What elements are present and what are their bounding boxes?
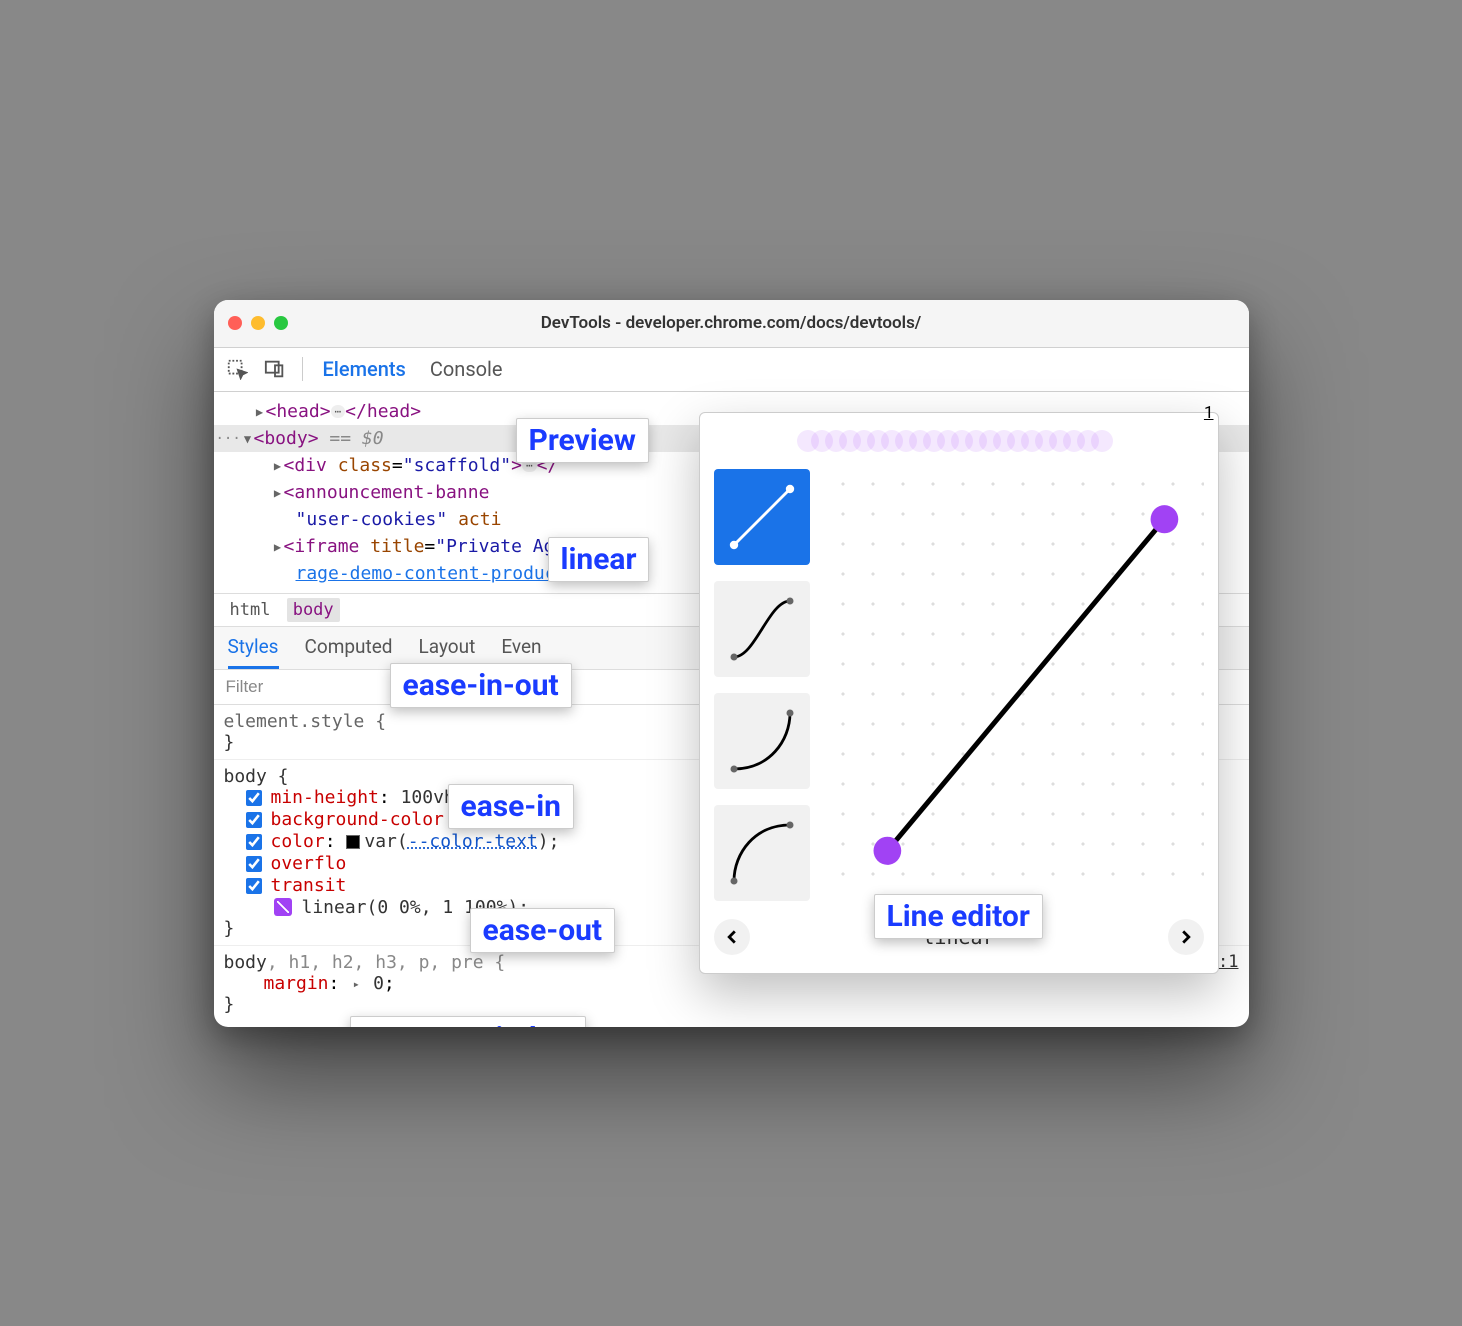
preset-ease-in-out[interactable] [714, 581, 810, 677]
callout-line-editor: Line editor [874, 894, 1043, 939]
zoom-window-button[interactable] [274, 316, 288, 330]
ellipsis-icon[interactable]: ⋯ [331, 405, 346, 418]
property-toggle[interactable] [246, 790, 262, 806]
inspect-element-icon[interactable] [226, 358, 248, 380]
css-declaration[interactable]: margin: ▸ 0; [224, 973, 1239, 994]
devtools-window: DevTools - developer.chrome.com/docs/dev… [214, 300, 1249, 1027]
preset-ease-in[interactable] [714, 693, 810, 789]
property-toggle[interactable] [246, 856, 262, 872]
expand-icon[interactable]: ▶ [254, 403, 266, 421]
main-toolbar: Elements Console [214, 348, 1249, 392]
easing-editor-popover: 1 /*dots rendered below*/ [699, 412, 1219, 974]
property-toggle[interactable] [246, 812, 262, 828]
breadcrumb-item[interactable]: html [224, 598, 277, 622]
collapse-icon[interactable]: ▼ [242, 430, 254, 448]
property-toggle[interactable] [246, 834, 262, 850]
callout-ease-in: ease-in [448, 784, 574, 829]
expand-icon[interactable]: ▶ [272, 484, 284, 502]
animation-preview: /*dots rendered below*/ [714, 425, 1204, 457]
subtab-computed[interactable]: Computed [305, 635, 393, 669]
color-swatch-icon[interactable] [346, 835, 360, 849]
expand-icon[interactable]: ▶ [272, 538, 284, 556]
callout-preset-switcher: Preset switcher [350, 1016, 587, 1027]
prev-preset-button[interactable] [714, 919, 750, 955]
chevron-left-icon [725, 930, 739, 944]
callout-ease-in-out: ease-in-out [390, 663, 572, 708]
easing-swatch-icon[interactable] [274, 898, 292, 916]
rule-close-brace: } [224, 994, 1239, 1015]
preset-list [714, 469, 810, 901]
device-toolbar-icon[interactable] [264, 358, 286, 380]
breadcrumb-item-active[interactable]: body [287, 598, 340, 622]
traffic-lights [228, 316, 288, 330]
minimize-window-button[interactable] [251, 316, 265, 330]
toolbar-divider [302, 357, 303, 381]
subtab-styles[interactable]: Styles [228, 635, 279, 669]
control-point-end[interactable] [1150, 505, 1178, 533]
control-point-start[interactable] [873, 836, 901, 864]
tab-elements[interactable]: Elements [319, 357, 410, 381]
line-editor[interactable] [828, 469, 1204, 901]
expand-shorthand-icon[interactable]: ▸ [350, 977, 362, 991]
titlebar: DevTools - developer.chrome.com/docs/dev… [214, 300, 1249, 348]
expand-icon[interactable]: ▶ [272, 457, 284, 475]
callout-preview: Preview [516, 418, 649, 463]
preset-linear[interactable] [714, 469, 810, 565]
callout-ease-out: ease-out [470, 908, 616, 953]
callout-linear: linear [548, 537, 650, 582]
window-title: DevTools - developer.chrome.com/docs/dev… [214, 313, 1249, 333]
preset-ease-out[interactable] [714, 805, 810, 901]
next-preset-button[interactable] [1168, 919, 1204, 955]
tab-console[interactable]: Console [426, 357, 507, 381]
source-badge[interactable]: 1 [1204, 403, 1214, 423]
property-toggle[interactable] [246, 878, 262, 894]
chevron-right-icon [1179, 930, 1193, 944]
close-window-button[interactable] [228, 316, 242, 330]
